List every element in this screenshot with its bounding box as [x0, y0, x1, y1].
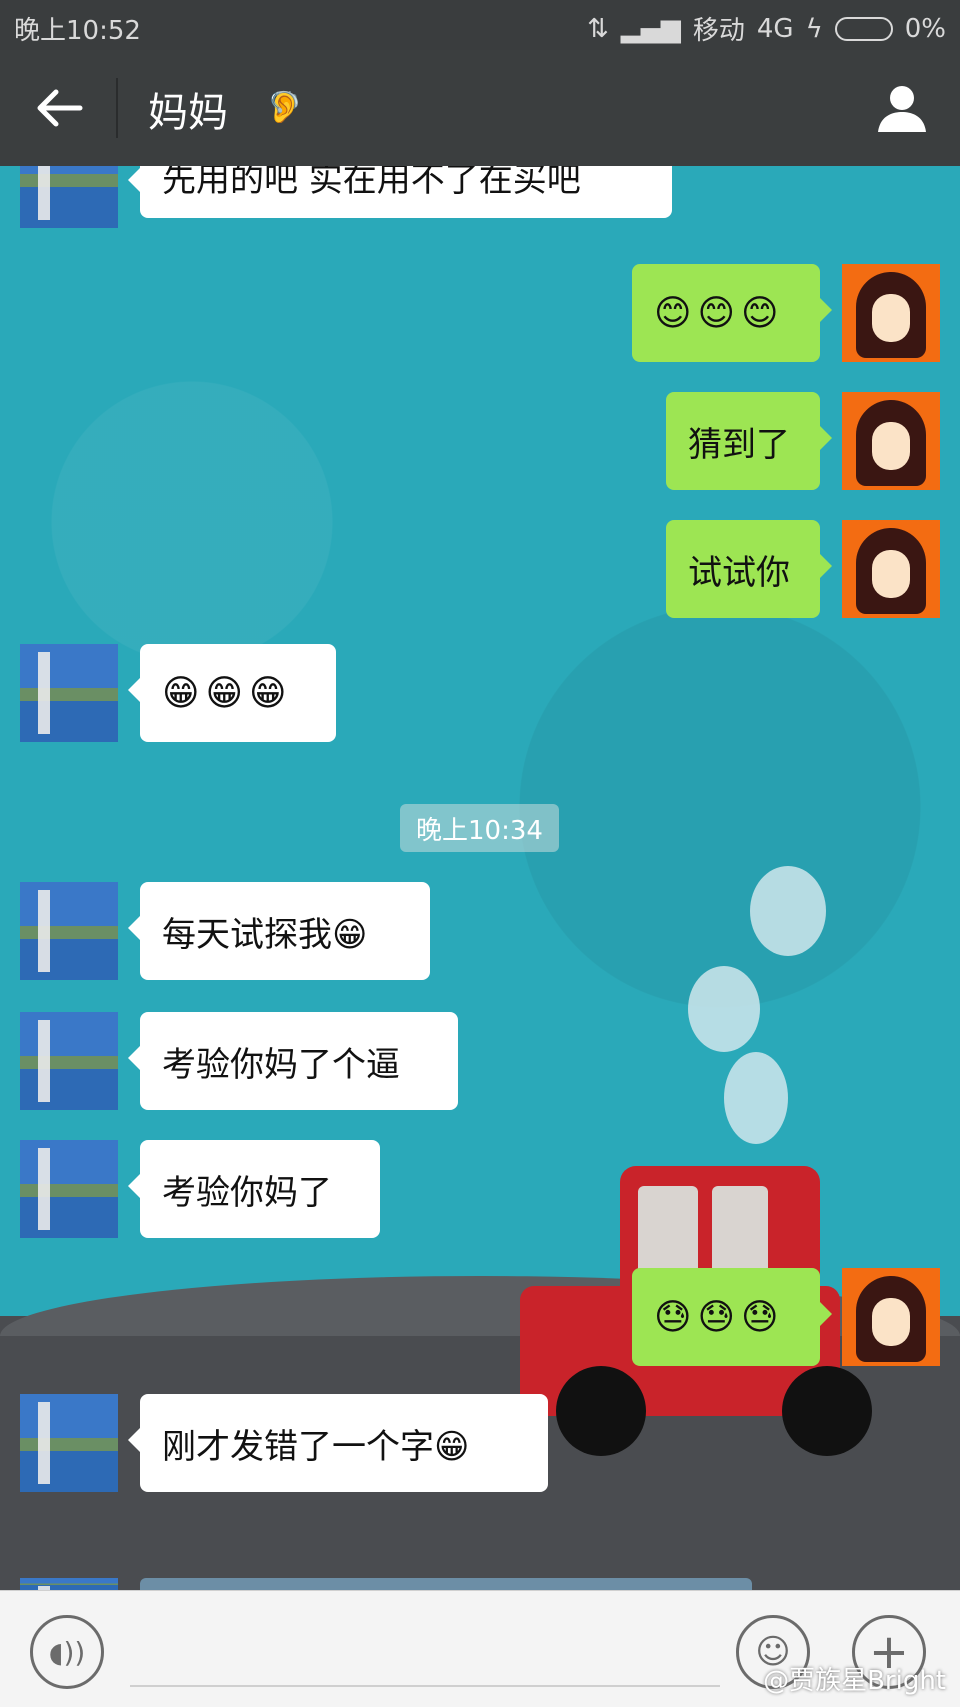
- car-wheel: [556, 1366, 646, 1456]
- message-bubble[interactable]: 😊😊😊: [632, 264, 832, 362]
- avatar-mom[interactable]: [20, 166, 118, 228]
- charging-icon: ϟ: [805, 13, 823, 44]
- message-bubble[interactable]: 每天试探我😁: [128, 882, 430, 980]
- data-transfer-icon: ⇅: [587, 13, 609, 44]
- message-bubble[interactable]: 😓😓😓: [632, 1268, 832, 1366]
- avatar-mom[interactable]: [20, 1012, 118, 1110]
- message-bubble[interactable]: 考验你妈了个逼: [128, 1012, 458, 1110]
- chat-area[interactable]: 先用的吧 实在用不了在买吧 😊😊😊 猜到了 试试你 😁😁😁 晚上10:34 每天…: [0, 166, 960, 1590]
- message-bubble[interactable]: 😁😁😁: [128, 644, 336, 742]
- battery-percent: 0%: [904, 13, 946, 44]
- chat-title: 妈妈: [148, 90, 228, 136]
- avatar-mom[interactable]: [20, 1578, 118, 1590]
- back-arrow-icon[interactable]: [34, 84, 84, 132]
- message-bubble[interactable]: 刚才发错了一个字😁: [128, 1394, 548, 1492]
- smoke-puff: [750, 866, 826, 956]
- status-bar: 晚上10:52 ⇅ ▂▄▆ 移动 4G ϟ 0%: [0, 0, 960, 50]
- carrier-label: 移动: [692, 16, 745, 46]
- person-icon[interactable]: [876, 82, 928, 134]
- avatar-me[interactable]: [842, 392, 940, 490]
- network-label: 4G: [756, 13, 794, 44]
- voice-icon[interactable]: ◖)): [30, 1615, 104, 1689]
- avatar-mom[interactable]: [20, 644, 118, 742]
- avatar-mom[interactable]: [20, 882, 118, 980]
- avatar-me[interactable]: [842, 1268, 940, 1366]
- timestamp: 晚上10:34: [400, 804, 559, 852]
- message-bubble[interactable]: 先用的吧 实在用不了在买吧: [128, 166, 672, 218]
- ear-icon: 🦻: [266, 90, 304, 125]
- smoke-puff: [724, 1052, 788, 1144]
- watermark: @贾族星Bright: [763, 1666, 946, 1696]
- avatar-mom[interactable]: [20, 1140, 118, 1238]
- title-divider: [116, 78, 118, 138]
- signal-icon: ▂▄▆: [620, 13, 681, 44]
- message-bubble[interactable]: 考验你妈了: [128, 1140, 380, 1238]
- title-bar: 妈妈 🦻: [0, 50, 960, 166]
- avatar-me[interactable]: [842, 520, 940, 618]
- car-wheel: [782, 1366, 872, 1456]
- avatar-me[interactable]: [842, 264, 940, 362]
- image-message-partial[interactable]: [140, 1578, 752, 1590]
- message-bubble[interactable]: 试试你: [666, 520, 832, 618]
- battery-icon: [834, 16, 893, 41]
- message-bubble[interactable]: 猜到了: [666, 392, 832, 490]
- status-time: 晚上10:52: [14, 16, 141, 46]
- smoke-puff: [688, 966, 760, 1052]
- message-input[interactable]: [130, 1685, 720, 1687]
- status-right: ⇅ ▂▄▆ 移动 4G ϟ 0%: [587, 10, 946, 47]
- avatar-mom[interactable]: [20, 1394, 118, 1492]
